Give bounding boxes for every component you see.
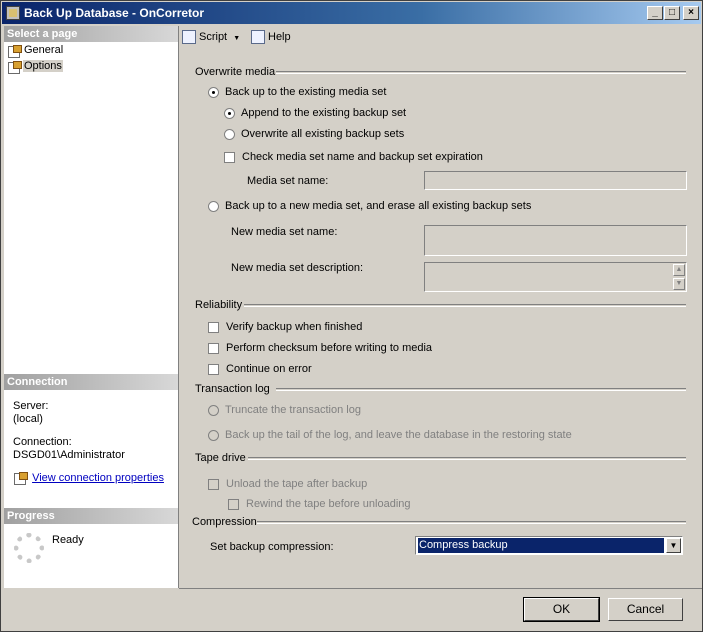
unload-tape-checkbox[interactable]: Unload the tape after backup xyxy=(208,476,367,492)
new-set-label: Back up to a new media set, and erase al… xyxy=(225,200,532,212)
cancel-button[interactable]: Cancel xyxy=(608,598,683,621)
page-icon xyxy=(7,60,22,74)
append-label: Append to the existing backup set xyxy=(241,107,407,119)
checkbox-icon xyxy=(224,151,235,163)
transaction-log-title: Transaction log xyxy=(195,383,270,395)
overwrite-media-title: Overwrite media xyxy=(195,66,276,78)
truncate-label: Truncate the transaction log xyxy=(225,404,361,416)
media-set-name-label: Media set name: xyxy=(247,175,329,187)
radio-existing-media-set[interactable]: Back up to the existing media set xyxy=(208,84,386,100)
chevron-down-icon[interactable]: ▼ xyxy=(666,538,681,553)
script-button[interactable]: Script ▼ xyxy=(182,29,240,45)
view-connection-link[interactable]: View connection properties xyxy=(32,472,164,484)
checkbox-icon xyxy=(228,498,239,510)
script-icon xyxy=(182,30,196,45)
radio-icon xyxy=(208,404,219,416)
checksum-checkbox[interactable]: Perform checksum before writing to media xyxy=(208,340,432,356)
left-panel: Select a page General Options Connection… xyxy=(4,26,179,588)
connection-label: Connection: xyxy=(13,436,72,448)
check-expiration-label: Check media set name and backup set expi… xyxy=(242,151,483,163)
progress-spinner-icon xyxy=(14,533,44,563)
view-connection-properties[interactable]: View connection properties xyxy=(13,472,164,486)
radio-icon xyxy=(208,200,219,212)
verify-label: Verify backup when finished xyxy=(226,321,363,333)
progress-status: Ready xyxy=(52,534,84,546)
ok-button[interactable]: OK xyxy=(523,597,600,622)
rewind-label: Rewind the tape before unloading xyxy=(246,498,411,510)
page-general-label: General xyxy=(24,44,64,56)
new-media-set-description-label: New media set description: xyxy=(231,262,364,274)
server-label: Server: xyxy=(13,400,49,412)
new-media-set-description-field[interactable]: ▲ ▼ xyxy=(424,262,687,292)
server-value: (local) xyxy=(13,413,43,425)
page-options[interactable]: Options xyxy=(7,59,63,74)
connection-value: DSGD01\Administrator xyxy=(13,449,125,461)
page-icon xyxy=(7,44,22,58)
progress-header: Progress xyxy=(4,508,178,524)
radio-icon xyxy=(224,107,235,119)
backup-compression-label: Set backup compression: xyxy=(210,541,334,553)
radio-new-media-set[interactable]: Back up to a new media set, and erase al… xyxy=(208,198,531,214)
backup-compression-value: Compress backup xyxy=(418,538,664,553)
chevron-down-icon: ▼ xyxy=(233,35,241,42)
radio-truncate-log[interactable]: Truncate the transaction log xyxy=(208,402,361,418)
checkbox-icon xyxy=(208,363,219,375)
radio-backup-tail[interactable]: Back up the tail of the log, and leave t… xyxy=(208,427,572,443)
minimize-button[interactable]: _ xyxy=(647,6,663,20)
checkbox-icon xyxy=(208,321,219,333)
radio-icon xyxy=(224,128,235,140)
verify-backup-checkbox[interactable]: Verify backup when finished xyxy=(208,319,362,335)
radio-icon xyxy=(208,429,219,441)
backup-compression-select[interactable]: Compress backup ▼ xyxy=(415,536,683,555)
continue-on-error-label: Continue on error xyxy=(226,363,312,375)
scroll-down-icon[interactable]: ▼ xyxy=(673,278,685,290)
group-divider xyxy=(244,304,686,307)
checkbox-icon xyxy=(208,478,219,490)
close-button[interactable]: × xyxy=(683,6,699,20)
radio-append[interactable]: Append to the existing backup set xyxy=(224,105,406,121)
help-button[interactable]: Help xyxy=(251,29,291,45)
group-divider xyxy=(276,388,686,391)
radio-icon xyxy=(208,86,219,98)
select-page-header: Select a page xyxy=(4,26,178,42)
check-expiration-checkbox[interactable]: Check media set name and backup set expi… xyxy=(224,149,483,165)
page-options-label: Options xyxy=(23,60,63,72)
options-page: Overwrite media Back up to the existing … xyxy=(180,49,702,588)
new-media-set-name-label: New media set name: xyxy=(231,226,338,238)
tail-label: Back up the tail of the log, and leave t… xyxy=(225,429,572,441)
maximize-button[interactable]: □ xyxy=(664,6,680,20)
window-title: Back Up Database - OnCorretor xyxy=(24,6,205,20)
unload-label: Unload the tape after backup xyxy=(226,478,368,490)
group-divider xyxy=(248,457,686,460)
checksum-label: Perform checksum before writing to media xyxy=(226,342,433,354)
reliability-title: Reliability xyxy=(195,299,243,311)
help-icon xyxy=(251,30,265,45)
media-set-name-field[interactable] xyxy=(424,171,687,190)
title-bar[interactable]: Back Up Database - OnCorretor _ □ × xyxy=(2,2,701,24)
scroll-up-icon[interactable]: ▲ xyxy=(673,264,685,276)
overwrite-all-label: Overwrite all existing backup sets xyxy=(241,128,405,140)
compression-title: Compression xyxy=(192,516,257,528)
footer-divider xyxy=(179,588,702,590)
tape-drive-title: Tape drive xyxy=(195,452,246,464)
backup-dialog: Back Up Database - OnCorretor _ □ × Sele… xyxy=(0,0,703,632)
toolbar: Script ▼ Help xyxy=(179,26,702,48)
properties-icon xyxy=(13,472,28,486)
script-label: Script xyxy=(199,31,228,43)
rewind-tape-checkbox[interactable]: Rewind the tape before unloading xyxy=(228,496,411,512)
new-media-set-name-field[interactable] xyxy=(424,225,687,256)
connection-header: Connection xyxy=(4,374,178,390)
existing-set-label: Back up to the existing media set xyxy=(225,86,387,98)
group-divider xyxy=(276,71,686,74)
help-label: Help xyxy=(268,31,291,43)
checkbox-icon xyxy=(208,342,219,354)
database-icon xyxy=(6,6,20,20)
page-general[interactable]: General xyxy=(7,43,64,58)
group-divider xyxy=(257,521,686,524)
radio-overwrite-all[interactable]: Overwrite all existing backup sets xyxy=(224,126,404,142)
continue-on-error-checkbox[interactable]: Continue on error xyxy=(208,361,312,377)
